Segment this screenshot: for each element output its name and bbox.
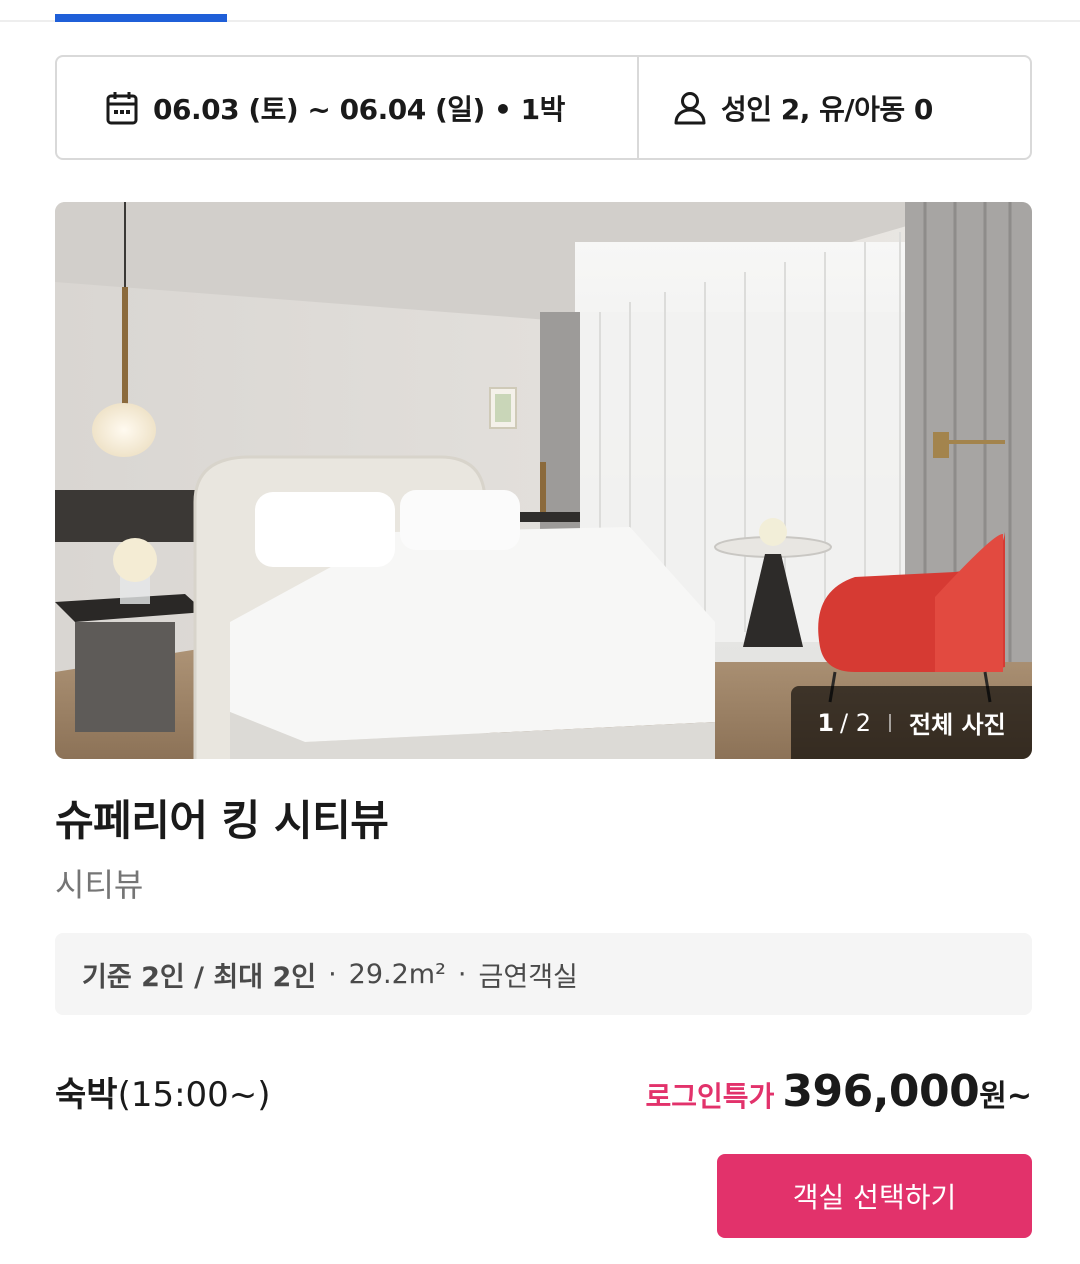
top-tab-bar [0, 0, 1080, 22]
room-info-box: 기준 2인 / 최대 2인 · 29.2m² · 금연객실 [55, 933, 1032, 1015]
active-tab-indicator [55, 14, 227, 22]
room-photo-image [55, 202, 1032, 759]
room-smoking-policy: 금연객실 [478, 961, 578, 993]
photo-counter[interactable]: 1 / 2 전체 사진 [791, 686, 1032, 759]
checkin-time: (15:00~) [117, 1075, 271, 1115]
calendar-icon [105, 90, 139, 126]
room-photo[interactable]: 1 / 2 전체 사진 [55, 202, 1032, 759]
separator-dot: · [328, 958, 337, 990]
room-view-type: 시티뷰 [55, 866, 144, 904]
photo-current-index: 1 [817, 708, 835, 737]
guest-count-text: 성인 2, 유/아동 0 [721, 92, 933, 126]
all-photos-link[interactable]: 전체 사진 [909, 705, 1006, 740]
price-unit: 원~ [979, 1079, 1032, 1114]
stay-type: 숙박(15:00~) [55, 1067, 271, 1116]
separator-dot: · [457, 958, 467, 990]
date-selector[interactable]: 06.03 (토) ~ 06.04 (일) • 1박 [57, 57, 639, 158]
room-size: 29.2m² [348, 958, 446, 990]
date-range-text: 06.03 (토) ~ 06.04 (일) • 1박 [153, 92, 565, 126]
divider [889, 713, 891, 732]
photo-total: / 2 [840, 708, 871, 737]
stay-type-label: 숙박 [55, 1075, 118, 1115]
price-amount: 396,000 [782, 1066, 980, 1117]
guest-selector[interactable]: 성인 2, 유/아동 0 [639, 57, 1030, 158]
select-room-button[interactable]: 객실 선택하기 [717, 1154, 1032, 1238]
search-summary-bar: 06.03 (토) ~ 06.04 (일) • 1박 성인 2, 유/아동 0 [55, 55, 1032, 160]
person-icon [673, 90, 707, 126]
room-capacity: 기준 2인 / 최대 2인 [82, 961, 317, 993]
room-title: 슈페리어 킹 시티뷰 [55, 796, 389, 845]
price-row: 로그인특가 396,000 원~ [646, 1066, 1032, 1117]
login-deal-badge: 로그인특가 [645, 1080, 775, 1113]
